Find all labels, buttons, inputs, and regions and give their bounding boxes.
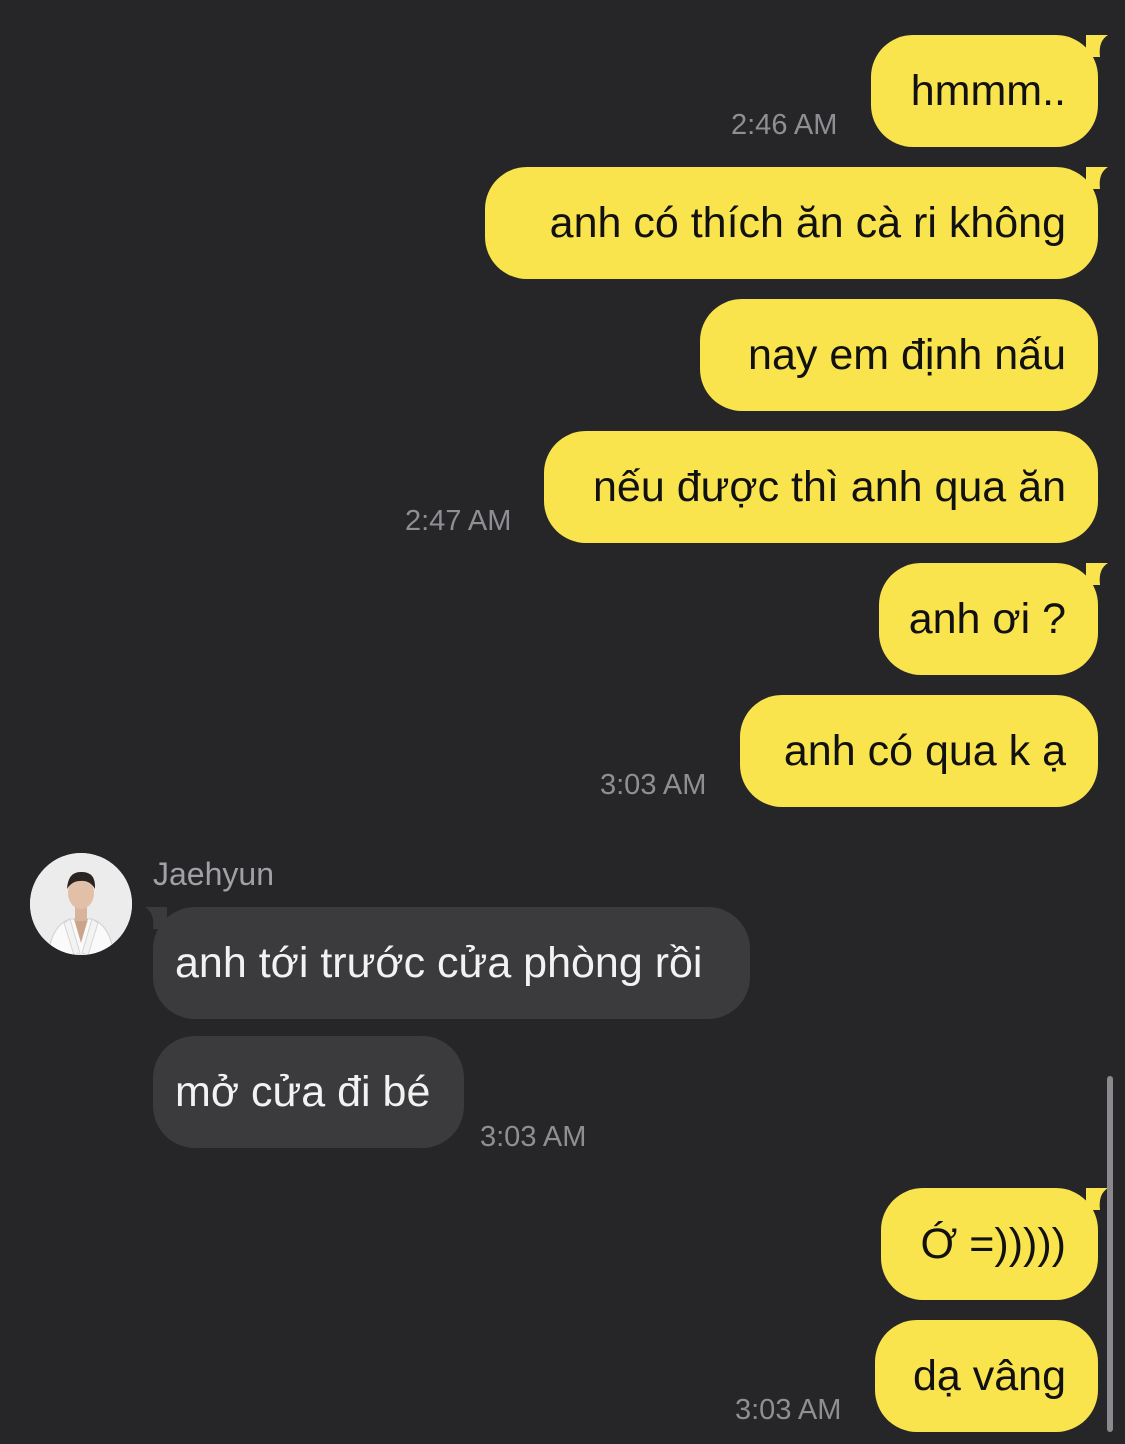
message-text: Ớ =))))) (920, 1219, 1066, 1268)
message-bubble-sent[interactable]: nay em định nấu (700, 299, 1098, 411)
bubble-tail-icon (1086, 563, 1108, 585)
profile-photo-icon (30, 853, 132, 955)
message-text: anh có thích ăn cà ri không (549, 198, 1066, 247)
message-text: mở cửa đi bé (175, 1067, 431, 1116)
message-text: hmmm.. (910, 66, 1066, 115)
message-bubble-sent[interactable]: dạ vâng (875, 1320, 1098, 1432)
bubble-tail-icon (1086, 167, 1108, 189)
message-text: anh có qua k ạ (783, 726, 1066, 775)
message-bubble-sent[interactable]: nếu được thì anh qua ăn (544, 431, 1098, 543)
message-timestamp: 2:46 AM (731, 109, 838, 141)
message-text: dạ vâng (912, 1351, 1066, 1400)
contact-avatar[interactable] (30, 853, 132, 955)
message-bubble-sent[interactable]: anh có qua k ạ (740, 695, 1098, 807)
bubble-tail-icon (1086, 35, 1108, 57)
message-timestamp: 3:03 AM (600, 769, 707, 801)
message-bubble-sent[interactable]: anh ơi ? (879, 563, 1098, 675)
message-bubble-sent[interactable]: anh có thích ăn cà ri không (485, 167, 1098, 279)
message-bubble-sent[interactable]: hmmm.. (871, 35, 1098, 147)
message-timestamp: 3:03 AM (735, 1394, 842, 1426)
message-text: anh tới trước cửa phòng rồi (175, 938, 703, 987)
message-bubble-received[interactable]: mở cửa đi bé (153, 1036, 464, 1148)
message-timestamp: 3:03 AM (480, 1121, 587, 1153)
message-text: anh ơi ? (908, 594, 1066, 643)
message-text: nếu được thì anh qua ăn (593, 462, 1066, 511)
message-text: nay em định nấu (748, 330, 1066, 379)
scrollbar[interactable] (1107, 1076, 1113, 1432)
sender-name: Jaehyun (153, 856, 274, 892)
message-timestamp: 2:47 AM (405, 505, 512, 537)
bubble-tail-icon (1086, 1188, 1108, 1210)
message-bubble-sent[interactable]: Ớ =))))) (881, 1188, 1098, 1300)
message-bubble-received[interactable]: anh tới trước cửa phòng rồi (153, 907, 750, 1019)
